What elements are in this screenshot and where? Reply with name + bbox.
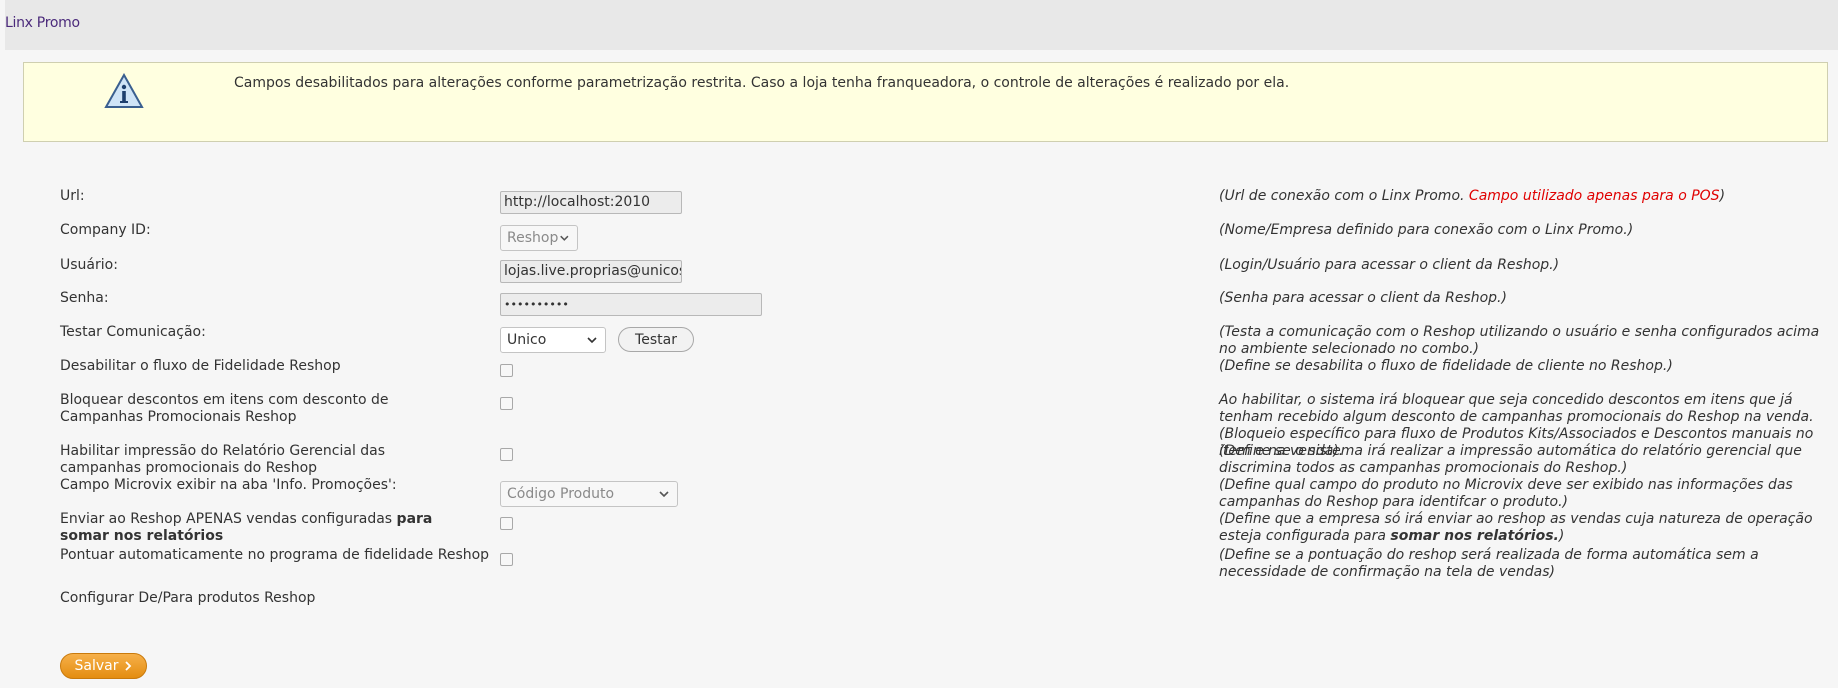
user-input[interactable]: lojas.live.proprias@unicosis bbox=[500, 260, 682, 283]
microvix-field-label: Campo Microvix exibir na aba 'Info. Prom… bbox=[60, 477, 397, 493]
microvix-field-select[interactable]: Código Produto bbox=[500, 481, 678, 507]
auto-points-label: Pontuar automaticamente no programa de f… bbox=[60, 547, 490, 563]
disable-fidelity-desc: (Define se desabilita o fluxo de fidelid… bbox=[1219, 358, 1673, 374]
test-communication-label: Testar Comunicação: bbox=[60, 324, 206, 340]
send-sales-desc: (Define que a empresa só irá enviar ao r… bbox=[1219, 511, 1838, 545]
chevron-down-icon bbox=[587, 337, 597, 344]
url-desc-end: ) bbox=[1719, 188, 1726, 204]
alert-message: Campos desabilitados para alterações con… bbox=[234, 75, 1290, 91]
block-discounts-label: Bloquear descontos em itens com desconto… bbox=[60, 392, 389, 425]
auto-points-checkbox[interactable] bbox=[500, 553, 513, 566]
environment-select[interactable]: Unico bbox=[500, 327, 606, 353]
config-products-link[interactable]: Configurar De/Para produtos Reshop bbox=[60, 590, 315, 607]
chevron-down-icon bbox=[560, 235, 569, 241]
print-report-desc: (Define se o sistema irá realizar a impr… bbox=[1219, 443, 1802, 476]
user-desc: (Login/Usuário para acessar o client da … bbox=[1219, 257, 1560, 273]
send-sales-label: Enviar ao Reshop APENAS vendas configura… bbox=[60, 511, 480, 545]
send-sales-desc-bold: somar nos relatórios. bbox=[1390, 528, 1559, 544]
info-alert: Campos desabilitados para alterações con… bbox=[23, 62, 1828, 142]
test-button[interactable]: Testar bbox=[618, 327, 694, 352]
print-report-checkbox[interactable] bbox=[500, 448, 513, 461]
send-sales-checkbox[interactable] bbox=[500, 517, 513, 530]
print-report-label: Habilitar impressão do Relatório Gerenci… bbox=[60, 443, 386, 476]
top-bar: Linx Promo bbox=[5, 0, 1838, 50]
block-discounts-checkbox[interactable] bbox=[500, 397, 513, 410]
disable-fidelity-checkbox[interactable] bbox=[500, 364, 513, 377]
save-button-label: Salvar bbox=[74, 658, 119, 674]
url-label: Url: bbox=[60, 188, 85, 204]
url-desc-warning: Campo utilizado apenas para o POS bbox=[1468, 188, 1720, 204]
user-label: Usuário: bbox=[60, 257, 118, 273]
url-desc-text: (Url de conexão com o Linx Promo. bbox=[1219, 188, 1469, 204]
company-id-select[interactable]: Reshop bbox=[500, 225, 578, 251]
company-id-desc: (Nome/Empresa definido para conexão com … bbox=[1219, 222, 1634, 238]
auto-points-desc: (Define se a pontuação do reshop será re… bbox=[1219, 547, 1759, 580]
password-desc: (Senha para acessar o client da Reshop.) bbox=[1219, 290, 1507, 306]
password-input[interactable]: •••••••••• bbox=[500, 293, 762, 316]
disable-fidelity-label: Desabilitar o fluxo de Fidelidade Reshop bbox=[60, 358, 341, 374]
send-sales-desc-end: ) bbox=[1558, 528, 1565, 544]
environment-value: Unico bbox=[507, 332, 547, 348]
save-button[interactable]: Salvar bbox=[60, 653, 147, 679]
url-input[interactable]: http://localhost:2010 bbox=[500, 191, 682, 214]
test-communication-desc: (Testa a comunicação com o Reshop utiliz… bbox=[1219, 324, 1820, 357]
company-id-label: Company ID: bbox=[60, 222, 151, 238]
chevron-right-icon bbox=[125, 661, 132, 671]
app-title: Linx Promo bbox=[5, 15, 80, 31]
company-id-value: Reshop bbox=[507, 230, 559, 246]
password-label: Senha: bbox=[60, 290, 109, 306]
info-icon bbox=[104, 73, 144, 108]
chevron-down-icon bbox=[659, 491, 669, 498]
url-desc: (Url de conexão com o Linx Promo. Campo … bbox=[1219, 188, 1838, 205]
send-sales-label-text: Enviar ao Reshop APENAS vendas configura… bbox=[60, 511, 397, 527]
microvix-field-desc: (Define qual campo do produto no Microvi… bbox=[1219, 477, 1793, 510]
microvix-field-value: Código Produto bbox=[507, 486, 615, 502]
